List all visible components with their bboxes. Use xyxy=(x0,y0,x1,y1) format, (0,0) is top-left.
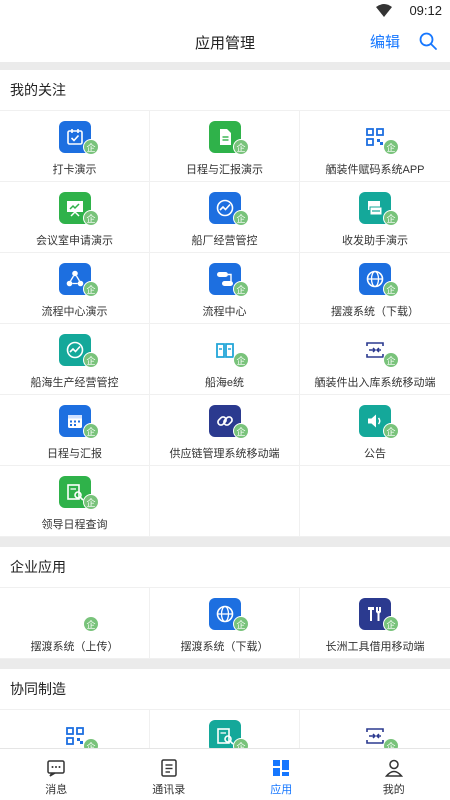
app-tile[interactable]: 企日程与汇报 xyxy=(0,395,150,466)
edit-button[interactable]: 编辑 xyxy=(370,31,400,52)
app-tile[interactable]: 企船海生产经营管控 xyxy=(0,324,150,395)
app-tile[interactable]: 企 xyxy=(300,710,450,748)
enterprise-badge: 企 xyxy=(383,352,399,368)
app-tile[interactable]: 企摆渡系统（下载） xyxy=(300,253,450,324)
app-list[interactable]: 我的关注企打卡演示企日程与汇报演示企舾装件赋码系统APP 企会议室申请演示企船厂经… xyxy=(0,70,450,748)
nav-item[interactable]: 消息 xyxy=(0,749,113,800)
app-tile[interactable]: 企舾装件出入库系统移动端 xyxy=(300,324,450,395)
app-tile[interactable]: 企 xyxy=(0,710,150,748)
app-grid: 企摆渡系统（上传）企摆渡系统（下载）企长洲工具借用移动端 xyxy=(0,587,450,659)
nav-label: 应用 xyxy=(270,784,293,796)
app-grid: 企企企 xyxy=(0,709,450,748)
app-label: 流程中心 xyxy=(202,306,247,318)
app-label: 日程与汇报 xyxy=(47,448,102,460)
profile-icon xyxy=(384,759,403,777)
status-bar: 09:12 xyxy=(0,0,450,22)
app-tile[interactable]: 企收发助手演示 xyxy=(300,182,450,253)
enterprise-badge: 企 xyxy=(383,210,399,226)
enterprise-badge: 企 xyxy=(233,616,249,632)
app-label: 收发助手演示 xyxy=(342,235,408,247)
app-label: 舾装件赋码系统APP xyxy=(325,164,425,176)
app-tile[interactable]: 企船厂经营管控 xyxy=(150,182,300,253)
enterprise-badge: 企 xyxy=(383,281,399,297)
wifi-icon xyxy=(376,4,392,17)
app-label: 公告 xyxy=(364,448,386,460)
status-time: 09:12 xyxy=(409,3,442,18)
section-1: 企业应用企摆渡系统（上传）企摆渡系统（下载）企长洲工具借用移动端 xyxy=(0,547,450,659)
apps-icon xyxy=(273,760,290,776)
enterprise-badge: 企 xyxy=(83,281,99,297)
nav-label: 通讯录 xyxy=(152,784,186,796)
app-label: 摆渡系统（下载） xyxy=(180,641,269,653)
app-tile[interactable]: 企供应链管理系统移动端 xyxy=(150,395,300,466)
app-tile[interactable]: 企公告 xyxy=(300,395,450,466)
app-label: 舾装件出入库系统移动端 xyxy=(314,377,436,389)
enterprise-badge: 企 xyxy=(383,423,399,439)
app-tile[interactable]: 企摆渡系统（上传） xyxy=(0,588,150,659)
app-label: 船厂经营管控 xyxy=(191,235,258,247)
app-tile[interactable]: 企打卡演示 xyxy=(0,111,150,182)
message-icon xyxy=(47,760,65,777)
app-label: 船海生产经营管控 xyxy=(30,377,119,389)
app-tile[interactable]: 企日程与汇报演示 xyxy=(150,111,300,182)
enterprise-badge: 企 xyxy=(233,423,249,439)
app-tile[interactable]: 企船海e统 xyxy=(150,324,300,395)
app-tile[interactable]: 企舾装件赋码系统APP xyxy=(300,111,450,182)
enterprise-badge: 企 xyxy=(83,352,99,368)
app-label: 会议室申请演示 xyxy=(36,235,113,247)
app-tile[interactable]: 企领导日程查询 xyxy=(0,466,150,537)
nav-label: 消息 xyxy=(45,784,68,796)
section-title: 企业应用 xyxy=(10,559,66,575)
nav-item[interactable]: 通讯录 xyxy=(113,749,226,800)
enterprise-badge: 企 xyxy=(83,139,99,155)
section-title: 我的关注 xyxy=(10,82,66,98)
enterprise-badge: 企 xyxy=(233,738,249,748)
enterprise-badge: 企 xyxy=(383,616,399,632)
enterprise-badge: 企 xyxy=(83,738,99,748)
app-label: 船海e统 xyxy=(204,377,245,389)
app-grid: 企打卡演示企日程与汇报演示企舾装件赋码系统APP 企会议室申请演示企船厂经营管控企… xyxy=(0,110,450,537)
app-label: 摆渡系统（下载） xyxy=(331,306,419,318)
app-label: 长洲工具借用移动端 xyxy=(325,641,425,653)
section-title: 协同制造 xyxy=(10,681,66,697)
enterprise-badge: 企 xyxy=(383,139,399,155)
enterprise-badge: 企 xyxy=(233,139,249,155)
app-label: 领导日程查询 xyxy=(41,519,108,531)
nav-item[interactable]: 我的 xyxy=(338,749,450,800)
nav-label: 我的 xyxy=(382,784,405,796)
enterprise-badge: 企 xyxy=(233,281,249,297)
enterprise-badge: 企 xyxy=(83,494,99,510)
app-label: 打卡演示 xyxy=(52,164,97,176)
enterprise-badge: 企 xyxy=(233,352,249,368)
section-0: 我的关注企打卡演示企日程与汇报演示企舾装件赋码系统APP 企会议室申请演示企船厂经… xyxy=(0,70,450,537)
enterprise-badge: 企 xyxy=(233,210,249,226)
bottom-nav: 消息 通讯录 应用 我的 xyxy=(0,748,450,800)
app-tile[interactable]: 企流程中心演示 xyxy=(0,253,150,324)
enterprise-badge: 企 xyxy=(83,616,99,632)
empty-cell xyxy=(150,466,300,537)
empty-cell xyxy=(300,466,450,537)
enterprise-badge: 企 xyxy=(383,738,399,748)
app-label: 摆渡系统（上传） xyxy=(30,641,119,653)
app-tile[interactable]: 企 xyxy=(150,710,300,748)
nav-item[interactable]: 应用 xyxy=(225,749,338,800)
app-tile[interactable]: 企长洲工具借用移动端 xyxy=(300,588,450,659)
app-tile[interactable]: 企流程中心 xyxy=(150,253,300,324)
app-label: 日程与汇报演示 xyxy=(186,164,263,176)
contacts-icon xyxy=(161,759,177,777)
app-tile[interactable]: 企摆渡系统（下载） xyxy=(150,588,300,659)
app-bar: 应用管理 编辑 xyxy=(0,22,450,62)
search-icon[interactable] xyxy=(418,31,438,51)
app-label: 流程中心演示 xyxy=(41,306,108,318)
enterprise-badge: 企 xyxy=(83,210,99,226)
app-label: 供应链管理系统移动端 xyxy=(169,448,280,460)
section-2: 协同制造企 企 企 xyxy=(0,669,450,748)
enterprise-badge: 企 xyxy=(83,423,99,439)
app-tile[interactable]: 企会议室申请演示 xyxy=(0,182,150,253)
